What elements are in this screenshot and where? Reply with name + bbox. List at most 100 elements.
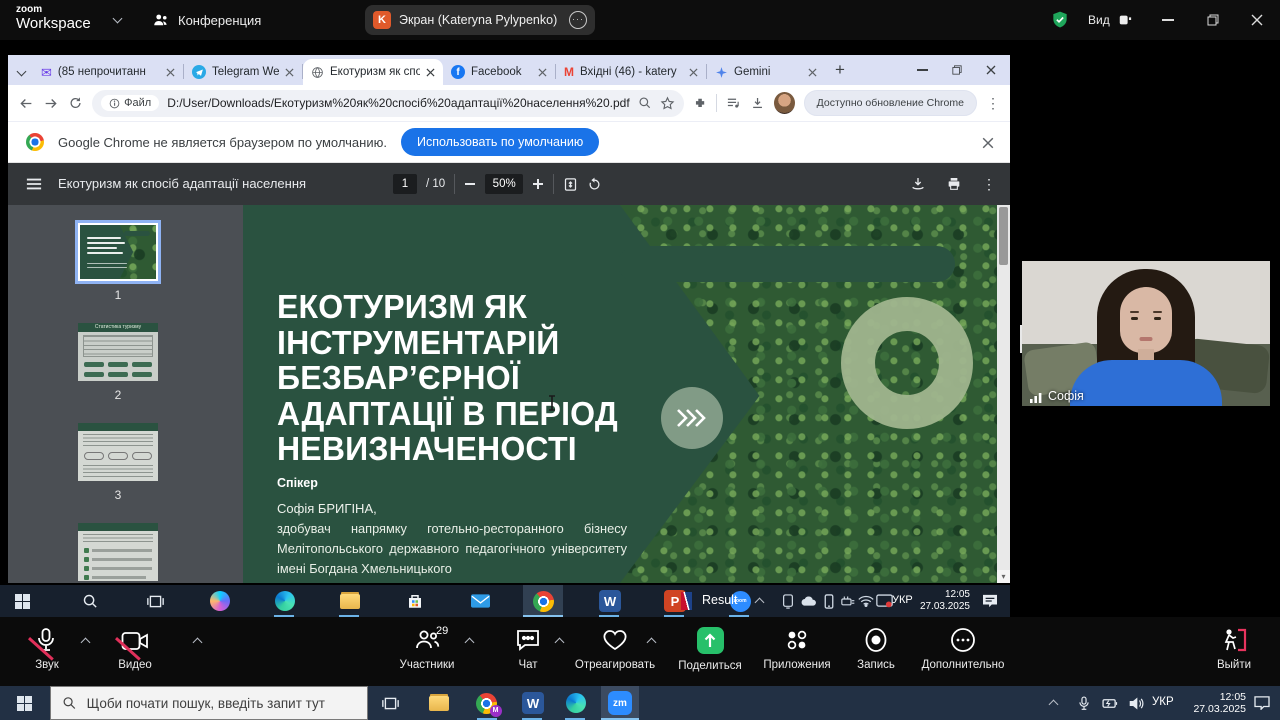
thumbnail-page-1[interactable] [78, 223, 158, 281]
minimize-button[interactable] [1162, 19, 1174, 21]
share-button[interactable]: Поделиться [664, 627, 756, 672]
tray-language[interactable]: УКР [1152, 696, 1174, 708]
action-center-icon[interactable] [1250, 691, 1274, 715]
microphone-tray-icon[interactable] [1072, 691, 1096, 715]
battery-icon[interactable] [1098, 691, 1122, 715]
taskbar-search-box[interactable] [50, 686, 368, 720]
window-minimize-button[interactable] [917, 69, 928, 71]
set-default-button[interactable]: Использовать по умолчанию [401, 128, 599, 156]
taskbar-search-input[interactable] [87, 696, 356, 711]
chrome-taskbar-icon[interactable] [531, 589, 555, 613]
chrome-icon[interactable]: M [474, 691, 498, 715]
start-button[interactable] [12, 691, 36, 715]
pdf-menu-icon[interactable] [26, 177, 42, 191]
banner-close-icon[interactable] [982, 137, 994, 149]
edge-icon[interactable] [564, 691, 588, 715]
back-icon[interactable] [18, 95, 34, 112]
print-icon[interactable] [946, 176, 962, 192]
security-shield-icon[interactable] [1050, 10, 1070, 30]
more-button[interactable]: Дополнительно [917, 627, 1009, 671]
thumbnail-page-2[interactable]: Статистика туризму [78, 323, 158, 381]
profile-avatar[interactable] [774, 92, 795, 114]
search-icon[interactable] [78, 589, 102, 613]
window-close-button[interactable] [986, 65, 996, 75]
browser-menu-kebab-icon[interactable]: ⋮ [986, 98, 1000, 108]
more-options-icon[interactable]: ··· [569, 11, 587, 29]
reload-icon[interactable] [68, 95, 83, 111]
pdf-more-kebab-icon[interactable]: ⋮ [982, 176, 996, 193]
close-tab-icon[interactable] [166, 68, 175, 77]
page-number-input[interactable]: 1 [393, 174, 417, 194]
leave-button[interactable]: Выйти [1188, 627, 1280, 671]
new-tab-button[interactable]: + [835, 63, 845, 77]
tab-search-chevron-icon[interactable] [17, 67, 27, 77]
mail-app-icon[interactable] [468, 589, 492, 613]
video-button[interactable]: Видео [89, 627, 181, 671]
record-button[interactable]: Запись [830, 627, 922, 671]
downloads-icon[interactable] [750, 95, 765, 111]
tray-clock[interactable]: 12:05 27.03.2025 [1186, 691, 1246, 715]
tab-meeting[interactable]: Конференция [152, 0, 261, 40]
pdf-scrollbar[interactable]: ▾ [997, 205, 1010, 583]
tray-result-label[interactable]: Result [702, 593, 737, 607]
chrome-update-chip[interactable]: Доступно обновление Chrome [804, 90, 977, 116]
tab-telegram[interactable]: Telegram Web [184, 59, 302, 85]
task-view-icon[interactable] [143, 589, 167, 613]
zoom-level-value[interactable]: 50% [485, 174, 523, 194]
file-explorer-icon[interactable] [338, 589, 362, 613]
tab-mail[interactable]: ✉ (85 непрочитанн [33, 59, 183, 85]
participants-button[interactable]: 29 Участники [381, 627, 473, 671]
thumbnail-page-3[interactable] [78, 423, 158, 481]
chat-button[interactable]: Чат [482, 627, 574, 671]
window-restore-button[interactable] [952, 65, 962, 75]
close-tab-icon[interactable] [426, 68, 435, 77]
tab-facebook[interactable]: f Facebook [443, 59, 555, 85]
bookmark-star-icon[interactable] [660, 96, 675, 111]
zoom-zm-icon[interactable]: zm [608, 691, 632, 715]
tray-overflow-chevron-icon[interactable] [755, 598, 765, 608]
react-button[interactable]: Отреагировать [569, 627, 661, 671]
file-explorer-icon[interactable] [427, 691, 451, 715]
ms-store-icon[interactable] [403, 589, 427, 613]
close-tab-icon[interactable] [808, 68, 817, 77]
close-button[interactable] [1251, 14, 1263, 26]
scrollbar-down-arrow[interactable]: ▾ [997, 570, 1010, 583]
word-icon[interactable]: W [598, 589, 622, 613]
nba-app-icon[interactable] [681, 592, 692, 610]
action-center-icon[interactable] [978, 589, 1002, 613]
tab-gmail[interactable]: M Вхідні (46) - katery [556, 59, 706, 85]
tray-overflow-chevron-icon[interactable] [1049, 700, 1059, 710]
zoom-in-icon[interactable] [532, 178, 544, 190]
extensions-icon[interactable] [693, 96, 707, 111]
audio-button[interactable]: Звук [1, 627, 93, 671]
address-bar[interactable]: Файл D:/User/Downloads/Екотуризм%20як%20… [92, 90, 684, 117]
view-button[interactable]: Вид [1088, 0, 1132, 40]
zoom-out-icon[interactable] [464, 178, 476, 190]
close-tab-icon[interactable] [538, 68, 547, 77]
tray-clock[interactable]: 12:05 27.03.2025 [908, 589, 970, 613]
zoom-page-icon[interactable] [638, 96, 652, 110]
webcam-tile[interactable]: Софія [1022, 255, 1270, 410]
speaker-icon[interactable] [1124, 691, 1148, 715]
word-icon[interactable]: W [521, 691, 545, 715]
thumbnail-page-4[interactable] [78, 523, 158, 581]
task-view-icon[interactable] [378, 691, 402, 715]
workspace-chevron-down-icon[interactable] [113, 14, 123, 24]
video-options-chevron-icon[interactable] [193, 638, 203, 648]
pdf-download-icon[interactable] [910, 176, 926, 192]
close-tab-icon[interactable] [285, 68, 294, 77]
rotate-icon[interactable] [587, 177, 602, 192]
next-chevrons-button[interactable] [661, 387, 723, 449]
maximize-button[interactable] [1207, 14, 1219, 26]
tab-gemini[interactable]: Gemini [707, 59, 825, 85]
scrollbar-thumb[interactable] [999, 207, 1008, 265]
start-button[interactable] [10, 589, 34, 613]
copilot-icon[interactable] [208, 589, 232, 613]
tab-screen-share[interactable]: K Экран (Kateryna Pylypenko) ··· [365, 5, 595, 35]
forward-icon[interactable] [43, 95, 59, 112]
media-controls-icon[interactable] [726, 95, 741, 111]
close-tab-icon[interactable] [689, 68, 698, 77]
edge-icon[interactable] [273, 589, 297, 613]
tab-ecotourism-active[interactable]: Екотуризм як спо [303, 59, 443, 85]
fit-page-icon[interactable] [563, 177, 578, 192]
